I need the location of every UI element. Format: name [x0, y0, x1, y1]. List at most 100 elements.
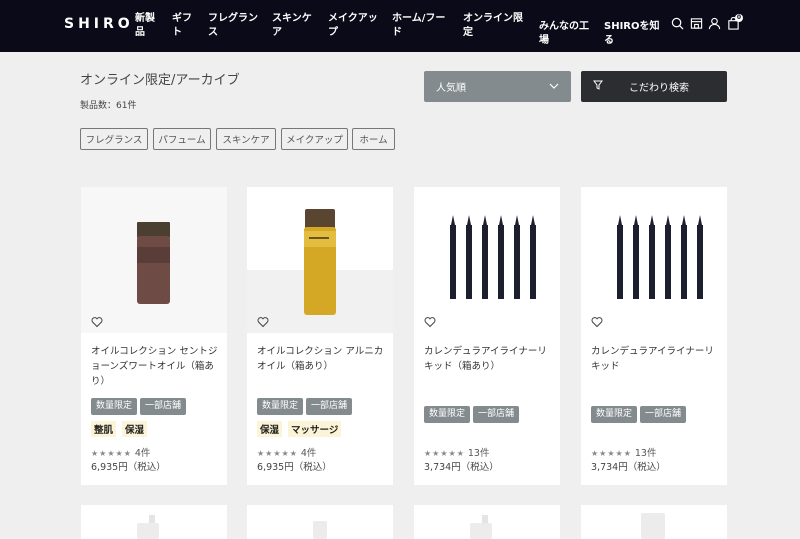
nav-about-shiro[interactable]: SHIROを知 る [604, 20, 660, 48]
product-name[interactable]: オイルコレクション アルニカオイル（箱あり） [257, 344, 385, 374]
rating: ★★★★★ 13件 [591, 445, 656, 459]
tag-perfume[interactable]: パフューム [153, 128, 211, 150]
badge-group: 数量限定 一部店舗 [424, 406, 520, 423]
product-card[interactable]: オイルコレクション セントジョーンズワートオイル（箱あり） 数量限定 一部店舗 … [81, 187, 227, 485]
tag-home[interactable]: ホーム [352, 128, 395, 150]
nav-label: みんなの工 [539, 21, 589, 32]
product-name[interactable]: オイルコレクション セントジョーンズワートオイル（箱あり） [91, 344, 219, 389]
favorite-heart-icon[interactable] [591, 313, 603, 328]
star-rating-icon: ★★★★★ [424, 449, 465, 458]
product-count: 製品数：61件 [80, 101, 137, 111]
nav-skincare[interactable]: スキンケ ア [272, 12, 312, 40]
sort-label: 人気順 [436, 83, 466, 94]
product-card[interactable]: オイルコレクション アルニカオイル（箱あり） 数量限定 一部店舗 保湿 マッサー… [247, 187, 393, 485]
product-image[interactable] [581, 505, 727, 539]
nav-label: ホーム/フー [392, 13, 446, 24]
badge-group: 数量限定 一部店舗 [91, 398, 187, 415]
nav-new-products[interactable]: 新製 品 [135, 12, 155, 40]
star-rating-icon: ★★★★★ [91, 449, 132, 458]
tag-skincare[interactable]: スキンケア [216, 128, 276, 150]
product-image[interactable] [414, 187, 560, 333]
nav-makeup[interactable]: メイクアッ プ [328, 12, 378, 40]
badge-group: 数量限定 一部店舗 [257, 398, 353, 415]
benefit-label: 保湿 [257, 421, 283, 437]
account-icon[interactable] [708, 17, 721, 30]
rating: ★★★★★ 13件 [424, 445, 489, 459]
product-price: 3,734円（税込） [591, 462, 666, 473]
nav-gift[interactable]: ギフ ト [172, 12, 192, 40]
nav-label: 新製 [135, 13, 155, 24]
benefit-group: 保湿 マッサージ [257, 421, 342, 437]
nav-label: フレグラン [208, 13, 258, 24]
badge-group: 数量限定 一部店舗 [591, 406, 687, 423]
page-title: オンライン限定/アーカイブ [80, 73, 240, 88]
nav-online-limited[interactable]: オンライン限 定 [463, 12, 523, 40]
benefit-label: 整肌 [91, 421, 117, 437]
product-image[interactable] [581, 187, 727, 333]
site-header: SHIRO 新製 品 ギフ ト フレグラン ス スキンケ ア メイクアッ プ ホ… [0, 0, 800, 52]
star-rating-icon: ★★★★★ [257, 449, 298, 458]
favorite-heart-icon[interactable] [424, 313, 436, 328]
review-count: 13件 [467, 448, 490, 459]
chevron-down-icon [549, 81, 559, 92]
sort-dropdown[interactable]: 人気順 [424, 71, 571, 102]
nav-label: プ [328, 27, 338, 38]
nav-label: スキンケ [272, 13, 312, 24]
product-card[interactable] [414, 505, 560, 539]
limited-badge: 数量限定 [591, 406, 638, 423]
nav-label: 場 [539, 35, 549, 46]
product-name[interactable]: カレンデュラアイライナーリキッド [591, 344, 719, 374]
tag-fragrance[interactable]: フレグランス [80, 128, 148, 150]
benefit-group: 整肌 保湿 [91, 421, 148, 437]
nav-home-food[interactable]: ホーム/フー ド [392, 12, 445, 40]
some-stores-badge: 一部店舗 [140, 398, 187, 415]
product-image[interactable] [414, 505, 560, 539]
nav-label: SHIROを知 [604, 21, 660, 32]
favorite-heart-icon[interactable] [91, 313, 103, 328]
search-icon[interactable] [671, 17, 684, 30]
product-image[interactable] [247, 187, 393, 333]
nav-fragrance[interactable]: フレグラン ス [208, 12, 258, 40]
limited-badge: 数量限定 [91, 398, 138, 415]
review-count: 4件 [134, 448, 151, 459]
nav-label: ギフ [172, 13, 192, 24]
product-card[interactable] [81, 505, 227, 539]
rating: ★★★★★ 4件 [91, 445, 150, 459]
benefit-label: マッサージ [288, 421, 342, 437]
product-image[interactable] [247, 505, 393, 539]
filter-icon [593, 80, 603, 93]
some-stores-badge: 一部店舗 [473, 406, 520, 423]
star-rating-icon: ★★★★★ [591, 449, 632, 458]
product-card[interactable] [581, 505, 727, 539]
nav-label: 定 [463, 27, 473, 38]
nav-label: 品 [135, 27, 145, 38]
cart-icon[interactable]: 0 [727, 14, 743, 30]
nav-factory[interactable]: みんなの工 場 [539, 20, 589, 48]
product-name[interactable]: カレンデュラアイライナーリキッド（箱あり） [424, 344, 552, 374]
product-card[interactable] [247, 505, 393, 539]
some-stores-badge: 一部店舗 [306, 398, 353, 415]
cart-count-badge: 0 [735, 14, 743, 22]
product-card[interactable]: カレンデュラアイライナーリキッド（箱あり） 数量限定 一部店舗 ★★★★★ 13… [414, 187, 560, 485]
product-price: 6,935円（税込） [91, 462, 166, 473]
review-count: 13件 [634, 448, 657, 459]
nav-label: る [604, 35, 614, 46]
shiro-logo[interactable]: SHIRO [64, 16, 134, 32]
filter-label: こだわり検索 [629, 83, 689, 94]
product-image[interactable] [81, 505, 227, 539]
nav-label: ト [172, 27, 182, 38]
product-card[interactable]: カレンデュラアイライナーリキッド 数量限定 一部店舗 ★★★★★ 13件 3,7… [581, 187, 727, 485]
product-price: 3,734円（税込） [424, 462, 499, 473]
product-image[interactable] [81, 187, 227, 333]
nav-label: メイクアッ [328, 13, 378, 24]
favorite-heart-icon[interactable] [257, 313, 269, 328]
limited-badge: 数量限定 [257, 398, 304, 415]
limited-badge: 数量限定 [424, 406, 471, 423]
store-icon[interactable] [690, 17, 703, 30]
filter-search-button[interactable]: こだわり検索 [581, 71, 727, 102]
some-stores-badge: 一部店舗 [640, 406, 687, 423]
tag-makeup[interactable]: メイクアップ [281, 128, 348, 150]
nav-label: ド [392, 27, 402, 38]
rating: ★★★★★ 4件 [257, 445, 316, 459]
nav-label: オンライン限 [463, 13, 523, 24]
